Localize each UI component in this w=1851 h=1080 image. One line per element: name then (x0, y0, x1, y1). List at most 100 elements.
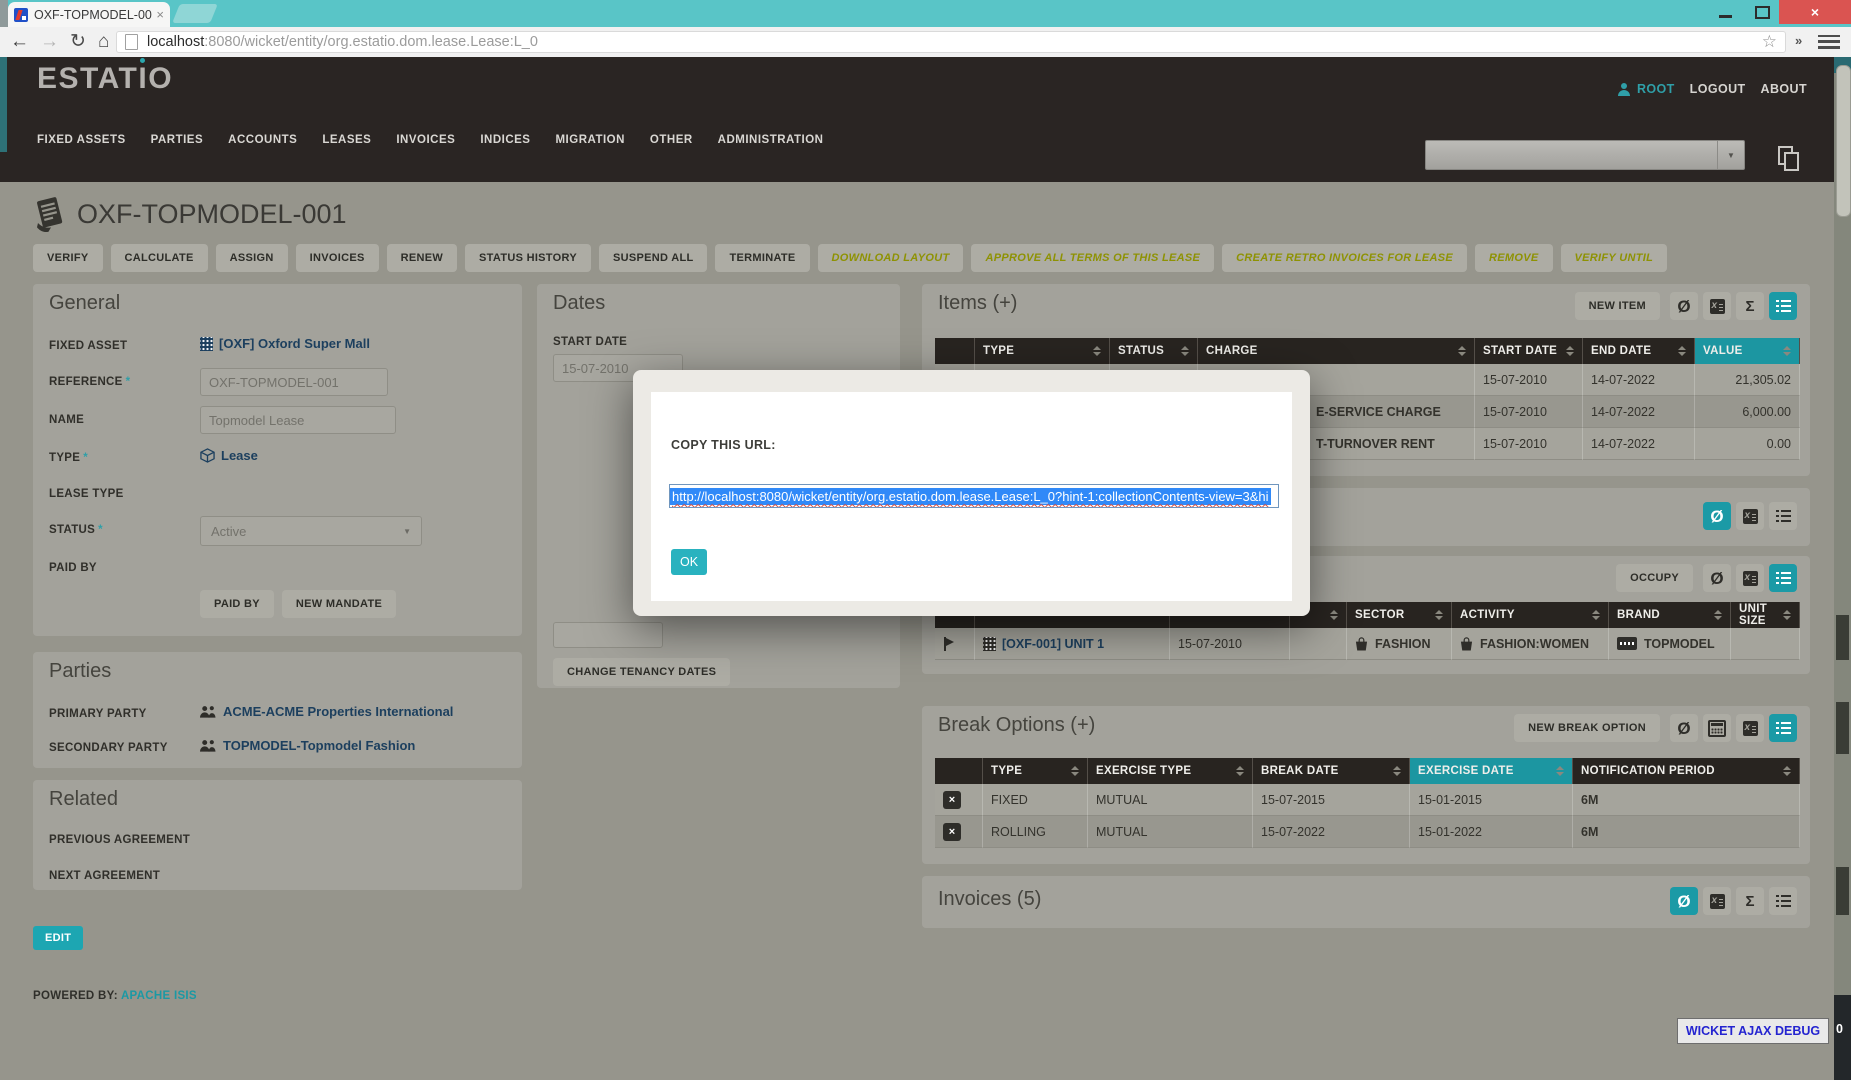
sort-icon[interactable] (1387, 766, 1401, 776)
window-minimize-button[interactable] (1708, 0, 1742, 24)
scrollbar-thumb[interactable] (1836, 65, 1851, 217)
user-menu[interactable]: ROOT (1637, 82, 1675, 96)
edit-button[interactable]: EDIT (33, 926, 83, 950)
items-col-value[interactable]: VALUE (1695, 338, 1800, 364)
hide-columns-button[interactable]: Ø (1703, 564, 1731, 592)
export-excel-button[interactable] (1703, 292, 1731, 320)
list-view-button[interactable] (1769, 714, 1797, 742)
list-view-button[interactable] (1769, 502, 1797, 530)
suspend-all-button[interactable]: SUSPEND ALL (599, 244, 708, 272)
tab-close-icon[interactable]: × (156, 7, 164, 22)
reference-field[interactable] (200, 368, 388, 396)
hide-columns-button[interactable]: Ø (1670, 887, 1698, 915)
nav-leases[interactable]: LEASES (322, 134, 371, 146)
sort-icon[interactable] (1550, 766, 1564, 776)
sort-icon[interactable] (1777, 346, 1791, 356)
break-col-exercise-type[interactable]: EXERCISE TYPE (1088, 758, 1253, 784)
nav-fixed-assets[interactable]: FIXED ASSETS (37, 134, 126, 146)
list-view-button[interactable] (1769, 564, 1797, 592)
sort-icon[interactable] (1065, 766, 1079, 776)
browser-scrollbar[interactable] (1834, 57, 1851, 1080)
hide-columns-button[interactable]: Ø (1703, 502, 1731, 530)
nav-migration[interactable]: MIGRATION (555, 134, 624, 146)
export-excel-button[interactable] (1736, 502, 1764, 530)
hide-columns-button[interactable]: Ø (1670, 292, 1698, 320)
change-tenancy-dates-button[interactable]: CHANGE TENANCY DATES (553, 658, 730, 686)
occupancies-col-unit-size[interactable]: UNIT SIZE (1731, 602, 1800, 628)
assign-button[interactable]: ASSIGN (216, 244, 288, 272)
sort-icon[interactable] (1429, 610, 1443, 620)
apache-isis-link[interactable]: APACHE ISIS (121, 990, 197, 1002)
copy-url-field[interactable]: http://localhost:8080/wicket/entity/org.… (669, 484, 1279, 508)
paid-by-button[interactable]: PAID BY (200, 590, 274, 618)
delete-row-button[interactable]: × (943, 791, 961, 809)
nav-other[interactable]: OTHER (650, 134, 693, 146)
forward-button[interactable]: → (40, 29, 59, 55)
window-restore-button[interactable] (1745, 0, 1779, 24)
list-view-button[interactable] (1769, 887, 1797, 915)
calculate-button[interactable]: CALCULATE (111, 244, 208, 272)
summary-button[interactable]: Σ (1736, 887, 1764, 915)
address-bar[interactable]: localhost:8080/wicket/entity/org.estatio… (116, 31, 1786, 53)
new-tab-button[interactable] (172, 4, 218, 23)
type-link[interactable]: Lease (200, 448, 258, 463)
summary-button[interactable]: Σ (1736, 292, 1764, 320)
create-retro-invoices-button[interactable]: CREATE RETRO INVOICES FOR LEASE (1222, 244, 1467, 272)
sort-icon[interactable] (1324, 610, 1338, 620)
list-view-button[interactable] (1769, 292, 1797, 320)
sort-icon[interactable] (1672, 346, 1686, 356)
occupy-button[interactable]: OCCUPY (1616, 564, 1693, 592)
wicket-ajax-debug-link[interactable]: WICKET AJAX DEBUG (1677, 1018, 1829, 1044)
about-link[interactable]: ABOUT (1761, 82, 1807, 96)
approve-all-terms-button[interactable]: APPROVE ALL TERMS OF THIS LEASE (971, 244, 1214, 272)
items-col-status[interactable]: STATUS (1110, 338, 1198, 364)
break-col-type[interactable]: TYPE (983, 758, 1088, 784)
unit-link[interactable]: [OXF-001] UNIT 1 (983, 637, 1104, 651)
fixed-asset-link[interactable]: [OXF] Oxford Super Mall (200, 336, 370, 351)
dates-extra-field[interactable] (553, 622, 663, 648)
export-excel-button[interactable] (1736, 564, 1764, 592)
invoices-button[interactable]: INVOICES (296, 244, 379, 272)
browser-tab[interactable]: OXF-TOPMODEL-001 × (8, 2, 170, 27)
nav-administration[interactable]: ADMINISTRATION (718, 134, 824, 146)
sort-icon[interactable] (1560, 346, 1574, 356)
renew-button[interactable]: RENEW (387, 244, 457, 272)
delete-row-button[interactable]: × (943, 823, 961, 841)
status-history-button[interactable]: STATUS HISTORY (465, 244, 591, 272)
global-search-select[interactable]: ▼ (1425, 140, 1745, 170)
back-button[interactable]: ← (10, 29, 29, 55)
occupancies-col-activity[interactable]: ACTIVITY (1452, 602, 1609, 628)
hide-columns-button[interactable]: Ø (1670, 714, 1698, 742)
break-col-exercise-date[interactable]: EXERCISE DATE (1410, 758, 1573, 784)
export-excel-button[interactable] (1736, 714, 1764, 742)
sort-icon[interactable] (1586, 610, 1600, 620)
extensions-overflow-icon[interactable]: » (1795, 33, 1802, 48)
status-select[interactable]: Active▼ (200, 516, 422, 546)
reload-button[interactable]: ↻ (70, 29, 86, 55)
sort-icon[interactable] (1777, 610, 1791, 620)
new-item-button[interactable]: NEW ITEM (1575, 292, 1660, 320)
items-col-type[interactable]: TYPE (975, 338, 1110, 364)
sort-icon[interactable] (1777, 766, 1791, 776)
sort-icon[interactable] (1087, 346, 1101, 356)
sort-icon[interactable] (1708, 610, 1722, 620)
logout-link[interactable]: LOGOUT (1690, 82, 1746, 96)
remove-button[interactable]: REMOVE (1475, 244, 1552, 272)
items-col-charge[interactable]: CHARGE (1198, 338, 1475, 364)
items-col-end-date[interactable]: END DATE (1583, 338, 1695, 364)
occupancies-col-sector[interactable]: SECTOR (1347, 602, 1452, 628)
name-field[interactable] (200, 406, 396, 434)
primary-party-link[interactable]: ACME-ACME Properties International (200, 704, 453, 719)
bookmark-star-icon[interactable]: ☆ (1762, 32, 1777, 52)
window-close-button[interactable]: × (1779, 0, 1851, 24)
browser-menu-icon[interactable] (1818, 35, 1840, 49)
nav-accounts[interactable]: ACCOUNTS (228, 134, 297, 146)
new-mandate-button[interactable]: NEW MANDATE (282, 590, 396, 618)
sort-icon[interactable] (1230, 766, 1244, 776)
verify-button[interactable]: VERIFY (33, 244, 103, 272)
occupancies-col-brand[interactable]: BRAND (1609, 602, 1731, 628)
verify-until-button[interactable]: VERIFY UNTIL (1561, 244, 1668, 272)
secondary-party-link[interactable]: TOPMODEL-Topmodel Fashion (200, 738, 415, 753)
home-button[interactable]: ⌂ (98, 29, 109, 55)
items-col-start-date[interactable]: START DATE (1475, 338, 1583, 364)
